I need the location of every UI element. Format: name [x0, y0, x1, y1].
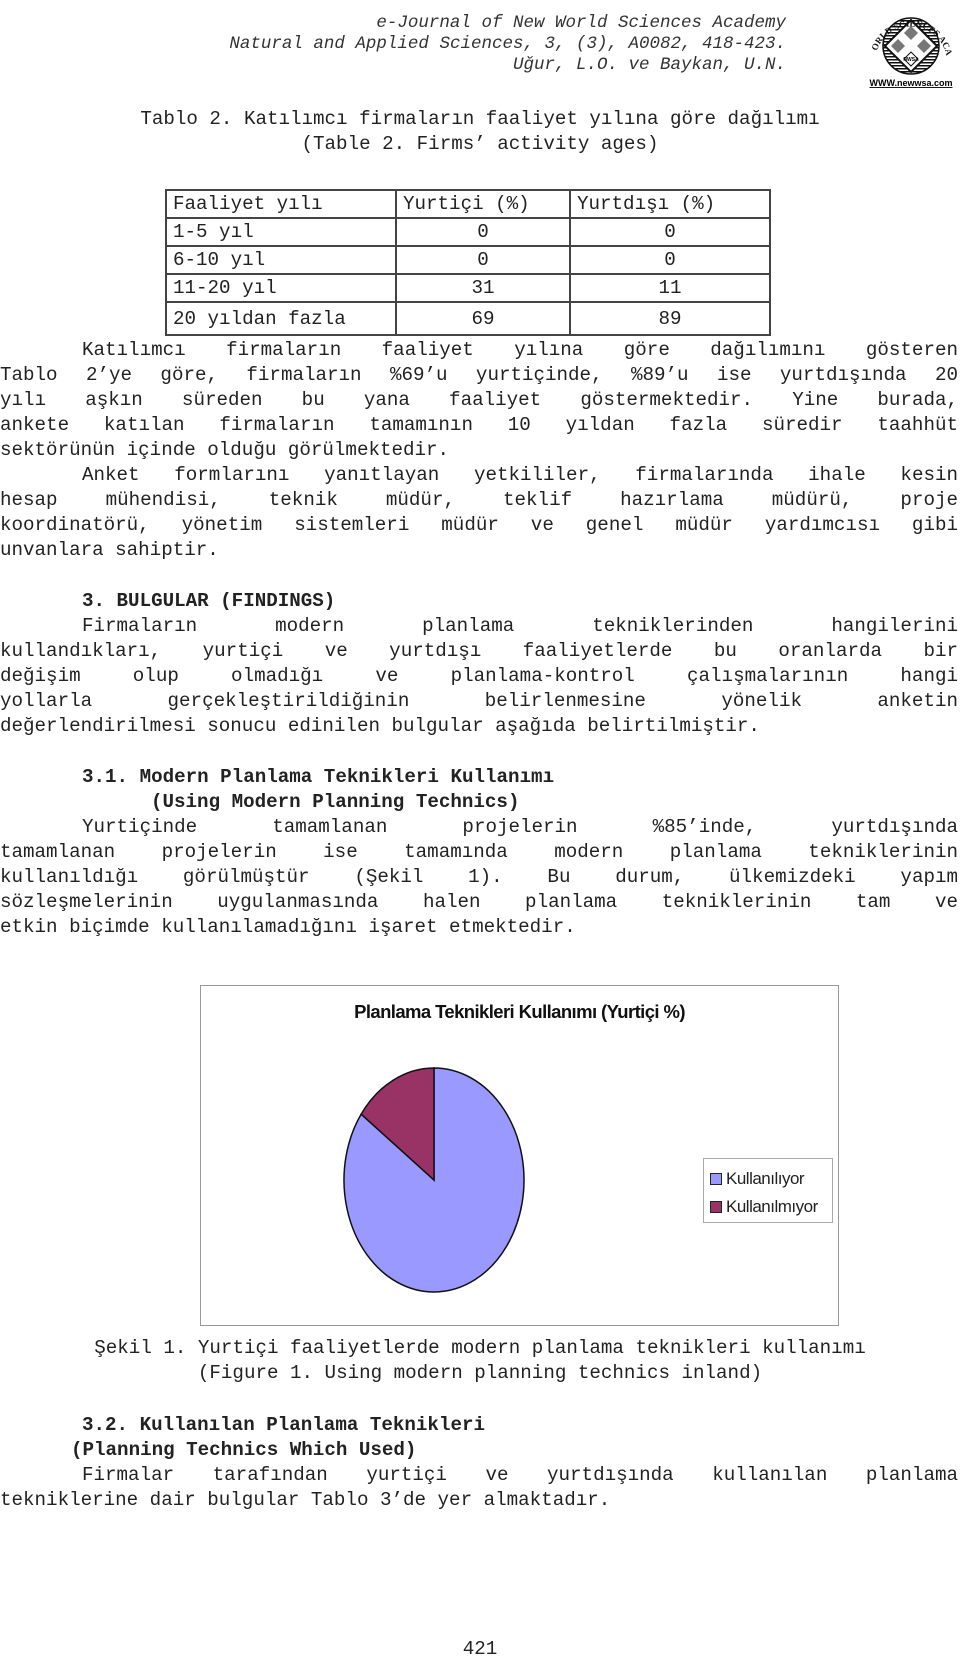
journal-citation: Natural and Applied Sciences, 3, (3), A0…: [229, 34, 786, 54]
svg-text:NWSA: NWSA: [903, 57, 919, 63]
pie-chart-container: Planlama Teknikleri Kullanımı (Yurtiçi %…: [200, 985, 839, 1326]
paragraph-line: yollarla gerçekleştirildiğinin belirlenm…: [0, 690, 958, 712]
table2: Faaliyet yılı Yurtiçi (%) Yurtdışı (%) 1…: [165, 189, 771, 336]
figure-caption-english: (Figure 1. Using modern planning technic…: [197, 1362, 763, 1384]
section-heading: 3.1. Modern Planlama Teknikleri Kullanım…: [82, 766, 555, 788]
paragraph-line: Firmaların modern planlama tekniklerinde…: [82, 615, 958, 637]
legend-item: Kullanılmıyor: [710, 1197, 818, 1217]
section-heading: 3.2. Kullanılan Planlama Teknikleri: [82, 1414, 486, 1436]
paragraph-line: kullandıkları, yurtiçi ve yurtdışı faali…: [0, 640, 958, 662]
table-header-row: Faaliyet yılı Yurtiçi (%) Yurtdışı (%): [165, 189, 771, 219]
legend-label: Kullanılıyor: [726, 1169, 805, 1188]
table-cell: 20 yıldan fazla: [165, 301, 397, 336]
legend-item: Kullanılıyor: [710, 1169, 805, 1189]
table2-subtitle: (Table 2. Firms’ activity ages): [301, 133, 659, 155]
section-subheading: (Planning Technics Which Used): [71, 1439, 417, 1461]
svg-text:WWW.newwsa.com: WWW.newwsa.com: [869, 78, 952, 88]
journal-name: e-Journal of New World Sciences Academy: [376, 13, 786, 33]
section-heading: 3. BULGULAR (FINDINGS): [82, 590, 336, 612]
table2-title: Tablo 2. Katılımcı firmaların faaliyet y…: [140, 108, 820, 130]
paragraph-line: sözleşmelerinin uygulanmasında halen pla…: [0, 891, 958, 913]
paragraph-line: koordinatörü, yönetim sistemleri müdür v…: [0, 514, 958, 536]
paragraph-line: Firmalar tarafından yurtiçi ve yurtdışın…: [82, 1464, 958, 1486]
paragraph-line: değerlendirilmesi sonucu edinilen bulgul…: [0, 715, 760, 737]
section-subheading: (Using Modern Planning Technics): [151, 791, 520, 813]
table-cell: 11-20 yıl: [165, 273, 397, 303]
paragraph-line: değişim olup olmadığı ve planlama-kontro…: [0, 665, 958, 687]
legend-swatch: [710, 1172, 722, 1185]
paragraph-line: unvanlara sahiptir.: [0, 539, 219, 561]
paragraph-line: tekniklerine dair bulgular Tablo 3’de ye…: [0, 1489, 611, 1511]
nwsa-logo-icon: NWSA NEW WORLD SCIENCES ACADEMY WWW.neww…: [866, 2, 954, 88]
table-row: 6-10 yıl 0 0: [165, 245, 771, 275]
paragraph-line: etkin biçimde kullanılamadığını işaret e…: [0, 916, 576, 938]
paragraph-line: ankete katılan firmaların tamamının 10 y…: [0, 414, 958, 436]
table-cell: 31: [395, 273, 571, 303]
table-cell: 69: [395, 301, 571, 336]
table-cell: 0: [569, 217, 771, 247]
table-row: 11-20 yıl 31 11: [165, 273, 771, 303]
paragraph-line: tamamlanan projelerin ise tamamında mode…: [0, 841, 958, 863]
paragraph-line: hesap mühendisi, teknik müdür, teklif ha…: [0, 489, 958, 511]
paragraph-line: Tablo 2’ye göre, firmaların %69’u yurtiç…: [0, 364, 958, 386]
figure-caption: Şekil 1. Yurtiçi faaliyetlerde modern pl…: [94, 1337, 866, 1359]
table-cell: 0: [569, 245, 771, 275]
paragraph-line: Anket formlarını yanıtlayan yetkililer, …: [82, 464, 958, 486]
table-header-cell: Yurtiçi (%): [395, 189, 571, 219]
pie-chart: [343, 1067, 525, 1293]
table-row: 20 yıldan fazla 69 89: [165, 301, 771, 336]
table-cell: 89: [569, 301, 771, 336]
table-row: 1-5 yıl 0 0: [165, 217, 771, 247]
paragraph-line: Yurtiçinde tamamlanan projelerin %85’ind…: [82, 816, 958, 838]
table-header-cell: Faaliyet yılı: [165, 189, 397, 219]
table-cell: 6-10 yıl: [165, 245, 397, 275]
table-cell: 11: [569, 273, 771, 303]
page-number: 421: [462, 1638, 498, 1660]
legend-swatch: [710, 1200, 722, 1213]
table-cell: 0: [395, 217, 571, 247]
paragraph-line: sektörünün içinde olduğu görülmektedir.: [0, 439, 450, 461]
legend-label: Kullanılmıyor: [726, 1197, 818, 1216]
table-cell: 0: [395, 245, 571, 275]
chart-legend: Kullanılıyor Kullanılmıyor: [703, 1158, 833, 1223]
table-cell: 1-5 yıl: [165, 217, 397, 247]
paragraph-line: Katılımcı firmaların faaliyet yılına gör…: [82, 339, 958, 361]
table-header-cell: Yurtdışı (%): [569, 189, 771, 219]
paragraph-line: kullanıldığı görülmüştür (Şekil 1). Bu d…: [0, 866, 958, 888]
paragraph-line: yılı aşkın süreden bu yana faaliyet göst…: [0, 389, 958, 411]
article-authors: Uğur, L.O. ve Baykan, U.N.: [512, 55, 786, 75]
